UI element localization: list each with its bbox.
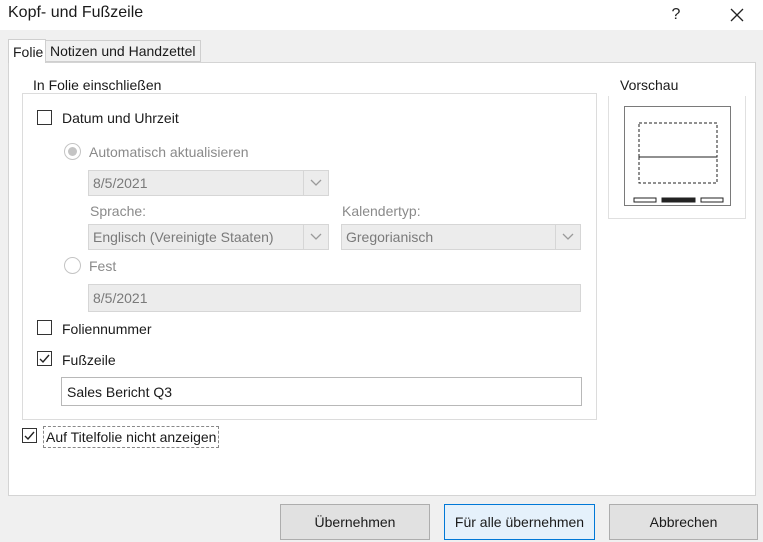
preview-legend: Vorschau — [616, 77, 683, 93]
include-group-legend: In Folie einschließen — [29, 77, 166, 93]
language-label: Sprache: — [90, 203, 147, 219]
language-select[interactable]: Englisch (Vereinigte Staaten) — [88, 224, 329, 250]
tab-label: Notizen und Handzettel — [50, 43, 196, 59]
dialog-title: Kopf- und Fußzeile — [8, 4, 144, 21]
chevron-down-icon — [303, 171, 328, 195]
dont-show-title-label: Auf Titelfolie nicht anzeigen — [43, 426, 220, 448]
fixed-label: Fest — [89, 258, 117, 274]
apply-button[interactable]: Übernehmen — [280, 504, 430, 540]
auto-update-label: Automatisch aktualisieren — [89, 144, 249, 160]
fixed-date-input[interactable]: 8/5/2021 — [88, 284, 581, 312]
footer-label: Fußzeile — [62, 352, 116, 368]
fixed-radio[interactable] — [64, 257, 81, 274]
date-time-label: Datum und Uhrzeit — [62, 110, 179, 126]
slide-number-checkbox[interactable] — [37, 320, 52, 335]
footer-text-value: Sales Bericht Q3 — [67, 383, 173, 400]
radio-dot — [68, 147, 77, 156]
chevron-down-icon — [555, 225, 580, 249]
apply-all-button[interactable]: Für alle übernehmen — [444, 504, 595, 540]
fixed-date-value: 8/5/2021 — [93, 290, 148, 306]
include-group — [22, 93, 597, 420]
language-value: Englisch (Vereinigte Staaten) — [93, 229, 274, 245]
checkmark-icon — [39, 354, 50, 364]
help-button[interactable]: ? — [661, 0, 691, 30]
tab-folie[interactable]: Folie — [8, 39, 46, 63]
calendar-select[interactable]: Gregorianisch — [341, 224, 581, 250]
date-format-value: 8/5/2021 — [93, 175, 148, 191]
slide-preview-icon — [633, 122, 724, 203]
close-button[interactable] — [722, 0, 752, 30]
date-format-select[interactable]: 8/5/2021 — [88, 170, 329, 196]
date-time-checkbox[interactable] — [37, 110, 52, 125]
footer-checkbox[interactable] — [37, 351, 52, 366]
preview-slide — [624, 106, 731, 206]
close-icon — [730, 8, 744, 22]
calendar-value: Gregorianisch — [346, 229, 434, 245]
tab-notizen[interactable]: Notizen und Handzettel — [45, 40, 201, 62]
calendar-label: Kalendertyp: — [342, 203, 421, 219]
chevron-down-icon — [303, 225, 328, 249]
footer-text-input[interactable]: Sales Bericht Q3 — [61, 377, 582, 406]
cancel-button[interactable]: Abbrechen — [609, 504, 758, 540]
dont-show-title-checkbox[interactable] — [22, 428, 37, 443]
slide-number-label: Foliennummer — [62, 321, 152, 337]
checkmark-icon — [24, 431, 35, 441]
auto-update-radio[interactable] — [64, 143, 81, 160]
tab-label: Folie — [13, 43, 44, 60]
